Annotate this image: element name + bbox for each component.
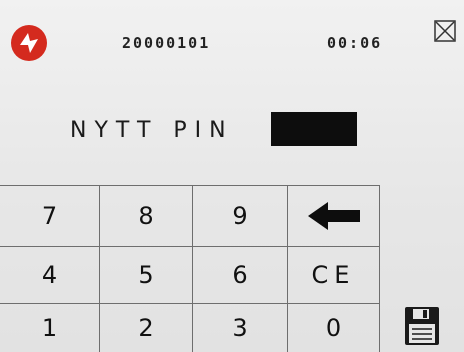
key-3[interactable]: 3 <box>193 304 287 352</box>
key-2[interactable]: 2 <box>100 304 192 352</box>
pin-entry-screen: 20000101 00:06 NYTT PIN 7 8 9 4 5 6 CE 1… <box>0 0 464 352</box>
key-9[interactable]: 9 <box>193 186 287 246</box>
save-floppy-icon[interactable] <box>404 306 440 346</box>
key-7[interactable]: 7 <box>0 186 99 246</box>
pin-input[interactable] <box>271 112 357 146</box>
backspace-arrow-icon <box>307 202 360 230</box>
keypad-divider <box>379 185 380 352</box>
key-8[interactable]: 8 <box>100 186 192 246</box>
key-0[interactable]: 0 <box>288 304 379 352</box>
numeric-keypad: 7 8 9 4 5 6 CE 1 2 3 0 <box>0 185 380 352</box>
backspace-button[interactable] <box>288 186 379 246</box>
key-5[interactable]: 5 <box>100 247 192 303</box>
brand-logo-icon <box>11 25 47 61</box>
pin-label: NYTT PIN <box>70 118 234 143</box>
key-1[interactable]: 1 <box>0 304 99 352</box>
close-icon[interactable] <box>434 20 456 42</box>
key-6[interactable]: 6 <box>193 247 287 303</box>
time-display: 00:06 <box>327 34 383 52</box>
date-display: 20000101 <box>122 34 211 52</box>
key-4[interactable]: 4 <box>0 247 99 303</box>
clear-entry-button[interactable]: CE <box>288 247 379 303</box>
